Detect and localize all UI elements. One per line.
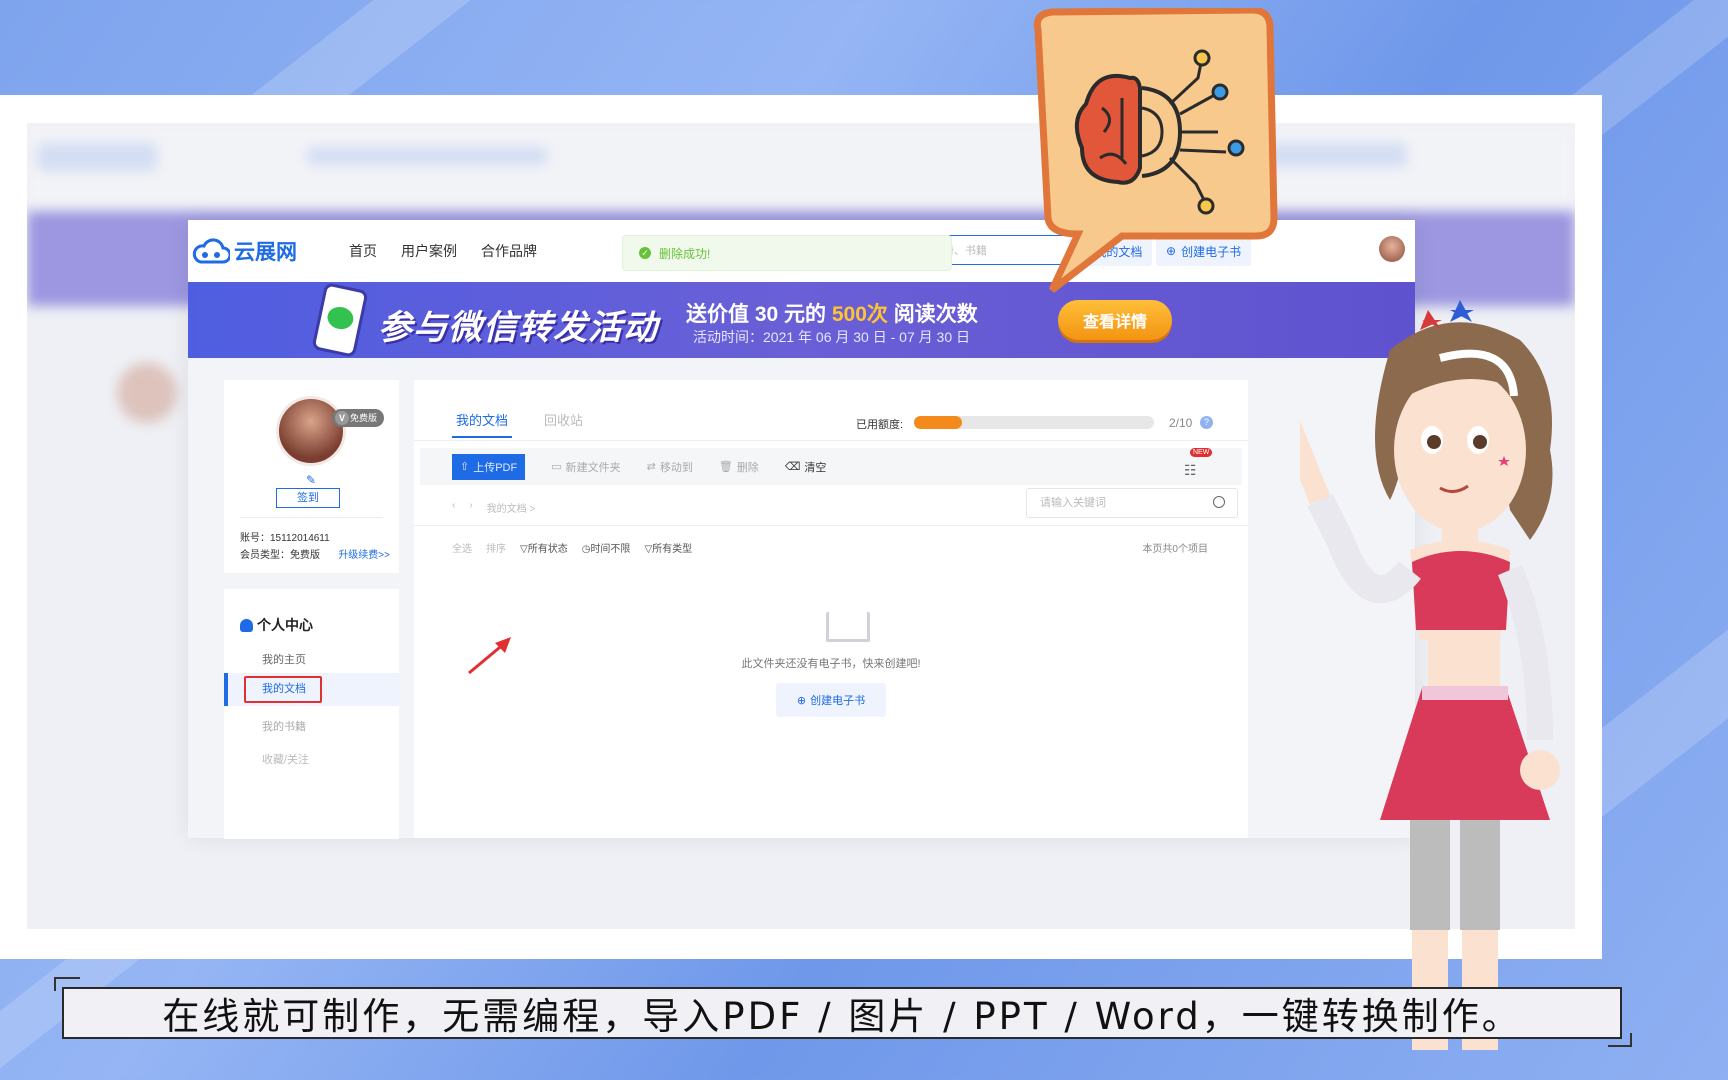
divider — [414, 525, 1248, 526]
upgrade-link[interactable]: 升级续费>> — [338, 546, 390, 561]
menu-heading: 个人中心 — [240, 615, 313, 635]
quota-label: 已用额度: — [856, 419, 904, 431]
eraser-icon: ⌫ — [784, 461, 801, 473]
time-filter-label: 时间不限 — [590, 544, 631, 555]
quota-bar — [914, 416, 1154, 429]
sidebar-item-favorites[interactable]: 收藏/关注 — [262, 751, 309, 767]
main-panel: 我的文档 回收站 已用额度: 2/10 ? ⇧ 上传PDF ▭ 新建文件夹 ⇄ 移动到… — [414, 380, 1248, 838]
banner-offer-pre: 送价值 30 元的 — [686, 303, 832, 326]
nav-link-cases[interactable]: 用户案例 — [401, 241, 457, 261]
success-toast: ✓ 删除成功! — [622, 235, 952, 271]
status-filter-label: 所有状态 — [527, 544, 568, 555]
sidebar-item-home[interactable]: 我的主页 — [262, 651, 306, 667]
view-details-button[interactable]: 查看详情 — [1058, 300, 1172, 340]
item-count: 本页共0个项目 — [1142, 544, 1208, 555]
view-toggle-icon[interactable]: ☷ — [1184, 462, 1197, 479]
sort-button[interactable]: 排序 — [486, 540, 506, 555]
filter-icon: ▽ — [644, 544, 653, 555]
check-icon: ✓ — [639, 247, 651, 259]
create-ebook-button[interactable]: ⊕ 创建电子书 — [776, 683, 886, 717]
new-folder-button[interactable]: ▭ 新建文件夹 — [551, 459, 620, 475]
quota-count: 2/10 — [1169, 416, 1193, 430]
banner-offer-highlight: 500次 — [831, 303, 888, 326]
clear-button[interactable]: ⌫ 清空 — [785, 459, 827, 475]
delete-label: 删除 — [736, 461, 759, 474]
move-to-label: 移动到 — [659, 461, 693, 474]
swap-icon: ⇄ — [646, 461, 656, 473]
nav-links: 首页 用户案例 合作品牌 — [349, 241, 537, 261]
new-folder-label: 新建文件夹 — [565, 461, 621, 474]
upload-icon: ⇧ — [460, 461, 470, 473]
tab-my-docs[interactable]: 我的文档 — [456, 410, 508, 429]
highlight-box — [244, 676, 322, 703]
tab-recycle-bin[interactable]: 回收站 — [544, 410, 583, 429]
breadcrumb: ‹ › 我的文档 > — [452, 500, 535, 515]
sidebar-menu: 个人中心 我的主页 我的文档 我的书籍 收藏/关注 — [224, 589, 399, 839]
caption-bar: 在线就可制作，无需编程，导入PDF / 图片 / PPT / Word，一键转换… — [62, 987, 1622, 1039]
account-number: 账号：15112014611 — [240, 533, 330, 544]
filter-icon: ▽ — [520, 544, 528, 555]
clear-label: 清空 — [804, 461, 827, 474]
app-window: 云展网 首页 用户案例 合作品牌 杂志、画册、书籍 ✓ 删除成功! — [188, 220, 1415, 839]
search-icon[interactable] — [1213, 496, 1225, 508]
banner-offer: 送价值 30 元的 500次 阅读次数 — [686, 298, 978, 328]
banner-offer-post: 阅读次数 — [887, 303, 978, 326]
wechat-icon — [325, 304, 356, 332]
divider — [414, 440, 1248, 441]
delete-button[interactable]: 🗑 删除 — [719, 459, 759, 475]
type-filter-label: 所有类型 — [652, 544, 693, 555]
nav-link-brands[interactable]: 合作品牌 — [481, 241, 537, 261]
edit-icon[interactable]: ✎ — [306, 473, 316, 487]
banner-date: 活动时间：2021 年 06 月 30 日 - 07 月 30 日 — [693, 329, 970, 345]
profile-avatar[interactable] — [276, 396, 346, 466]
upload-pdf-label: 上传PDF — [473, 461, 518, 474]
type-filter[interactable]: ▽所有类型 — [644, 540, 692, 555]
breadcrumb-item[interactable]: 我的文档 > — [487, 500, 536, 515]
site-logo[interactable]: 云展网 — [192, 236, 297, 266]
help-icon[interactable]: ? — [1200, 416, 1213, 429]
member-badge-label: 免费版 — [350, 413, 378, 423]
cloud-logo-icon — [192, 238, 230, 264]
keyword-placeholder: 请输入关键词 — [1040, 497, 1106, 509]
toast-text: 删除成功! — [659, 246, 711, 261]
create-ebook-button-label: 创建电子书 — [810, 695, 866, 707]
sidebar-item-my-books[interactable]: 我的书籍 — [262, 718, 306, 734]
member-badge: V 免费版 — [332, 409, 385, 427]
select-all-checkbox[interactable]: 全选 — [452, 540, 472, 555]
quota-bar-fill — [914, 416, 962, 429]
empty-state-text: 此文件夹还没有电子书，快来创建吧! — [741, 658, 921, 670]
ai-brain-bubble-icon — [1033, 8, 1278, 293]
move-to-button[interactable]: ⇄ 移动到 — [647, 459, 693, 475]
folder-plus-icon: ▭ — [551, 461, 562, 473]
annotation-arrow-icon — [468, 637, 511, 675]
empty-inbox-icon — [826, 612, 870, 642]
member-type-row: 会员类型：免费版 升级续费>> — [240, 546, 390, 561]
new-badge: NEW — [1190, 448, 1213, 457]
profile-card: V 免费版 ✎ 签到 账号：15112014611 会员类型：免费版 升级续费>> — [224, 380, 399, 573]
phone-illustration — [311, 282, 369, 358]
doc-toolbar: ⇧ 上传PDF ▭ 新建文件夹 ⇄ 移动到 🗑 删除 ⌫ 清空 — [420, 448, 1242, 485]
plus-circle-icon: ⊕ — [796, 694, 807, 707]
logo-text: 云展网 — [234, 241, 297, 264]
time-filter[interactable]: ◷时间不限 — [582, 540, 631, 555]
active-tab-indicator — [452, 436, 512, 438]
vip-icon: V — [335, 411, 349, 425]
back-arrow-icon[interactable]: ‹ — [452, 500, 455, 515]
banner-title: 参与微信转发活动 — [378, 309, 658, 347]
forward-arrow-icon[interactable]: › — [469, 500, 472, 515]
caption-corner — [1608, 1033, 1632, 1047]
member-type: 会员类型：免费版 — [240, 550, 320, 561]
keyword-search-input[interactable]: 请输入关键词 — [1026, 488, 1238, 518]
upload-pdf-button[interactable]: ⇧ 上传PDF — [452, 453, 526, 480]
user-icon — [240, 618, 253, 632]
trash-icon: 🗑 — [718, 461, 733, 473]
menu-heading-label: 个人中心 — [257, 617, 313, 633]
divider — [240, 517, 383, 518]
cheerleader-character-icon — [1300, 300, 1560, 1050]
user-avatar[interactable] — [1379, 236, 1405, 262]
nav-link-home[interactable]: 首页 — [349, 241, 377, 261]
signin-button[interactable]: 签到 — [276, 488, 340, 508]
status-filter[interactable]: ▽所有状态 — [520, 540, 568, 555]
filter-bar: 全选 排序 ▽所有状态 ◷时间不限 ▽所有类型 — [452, 540, 692, 555]
